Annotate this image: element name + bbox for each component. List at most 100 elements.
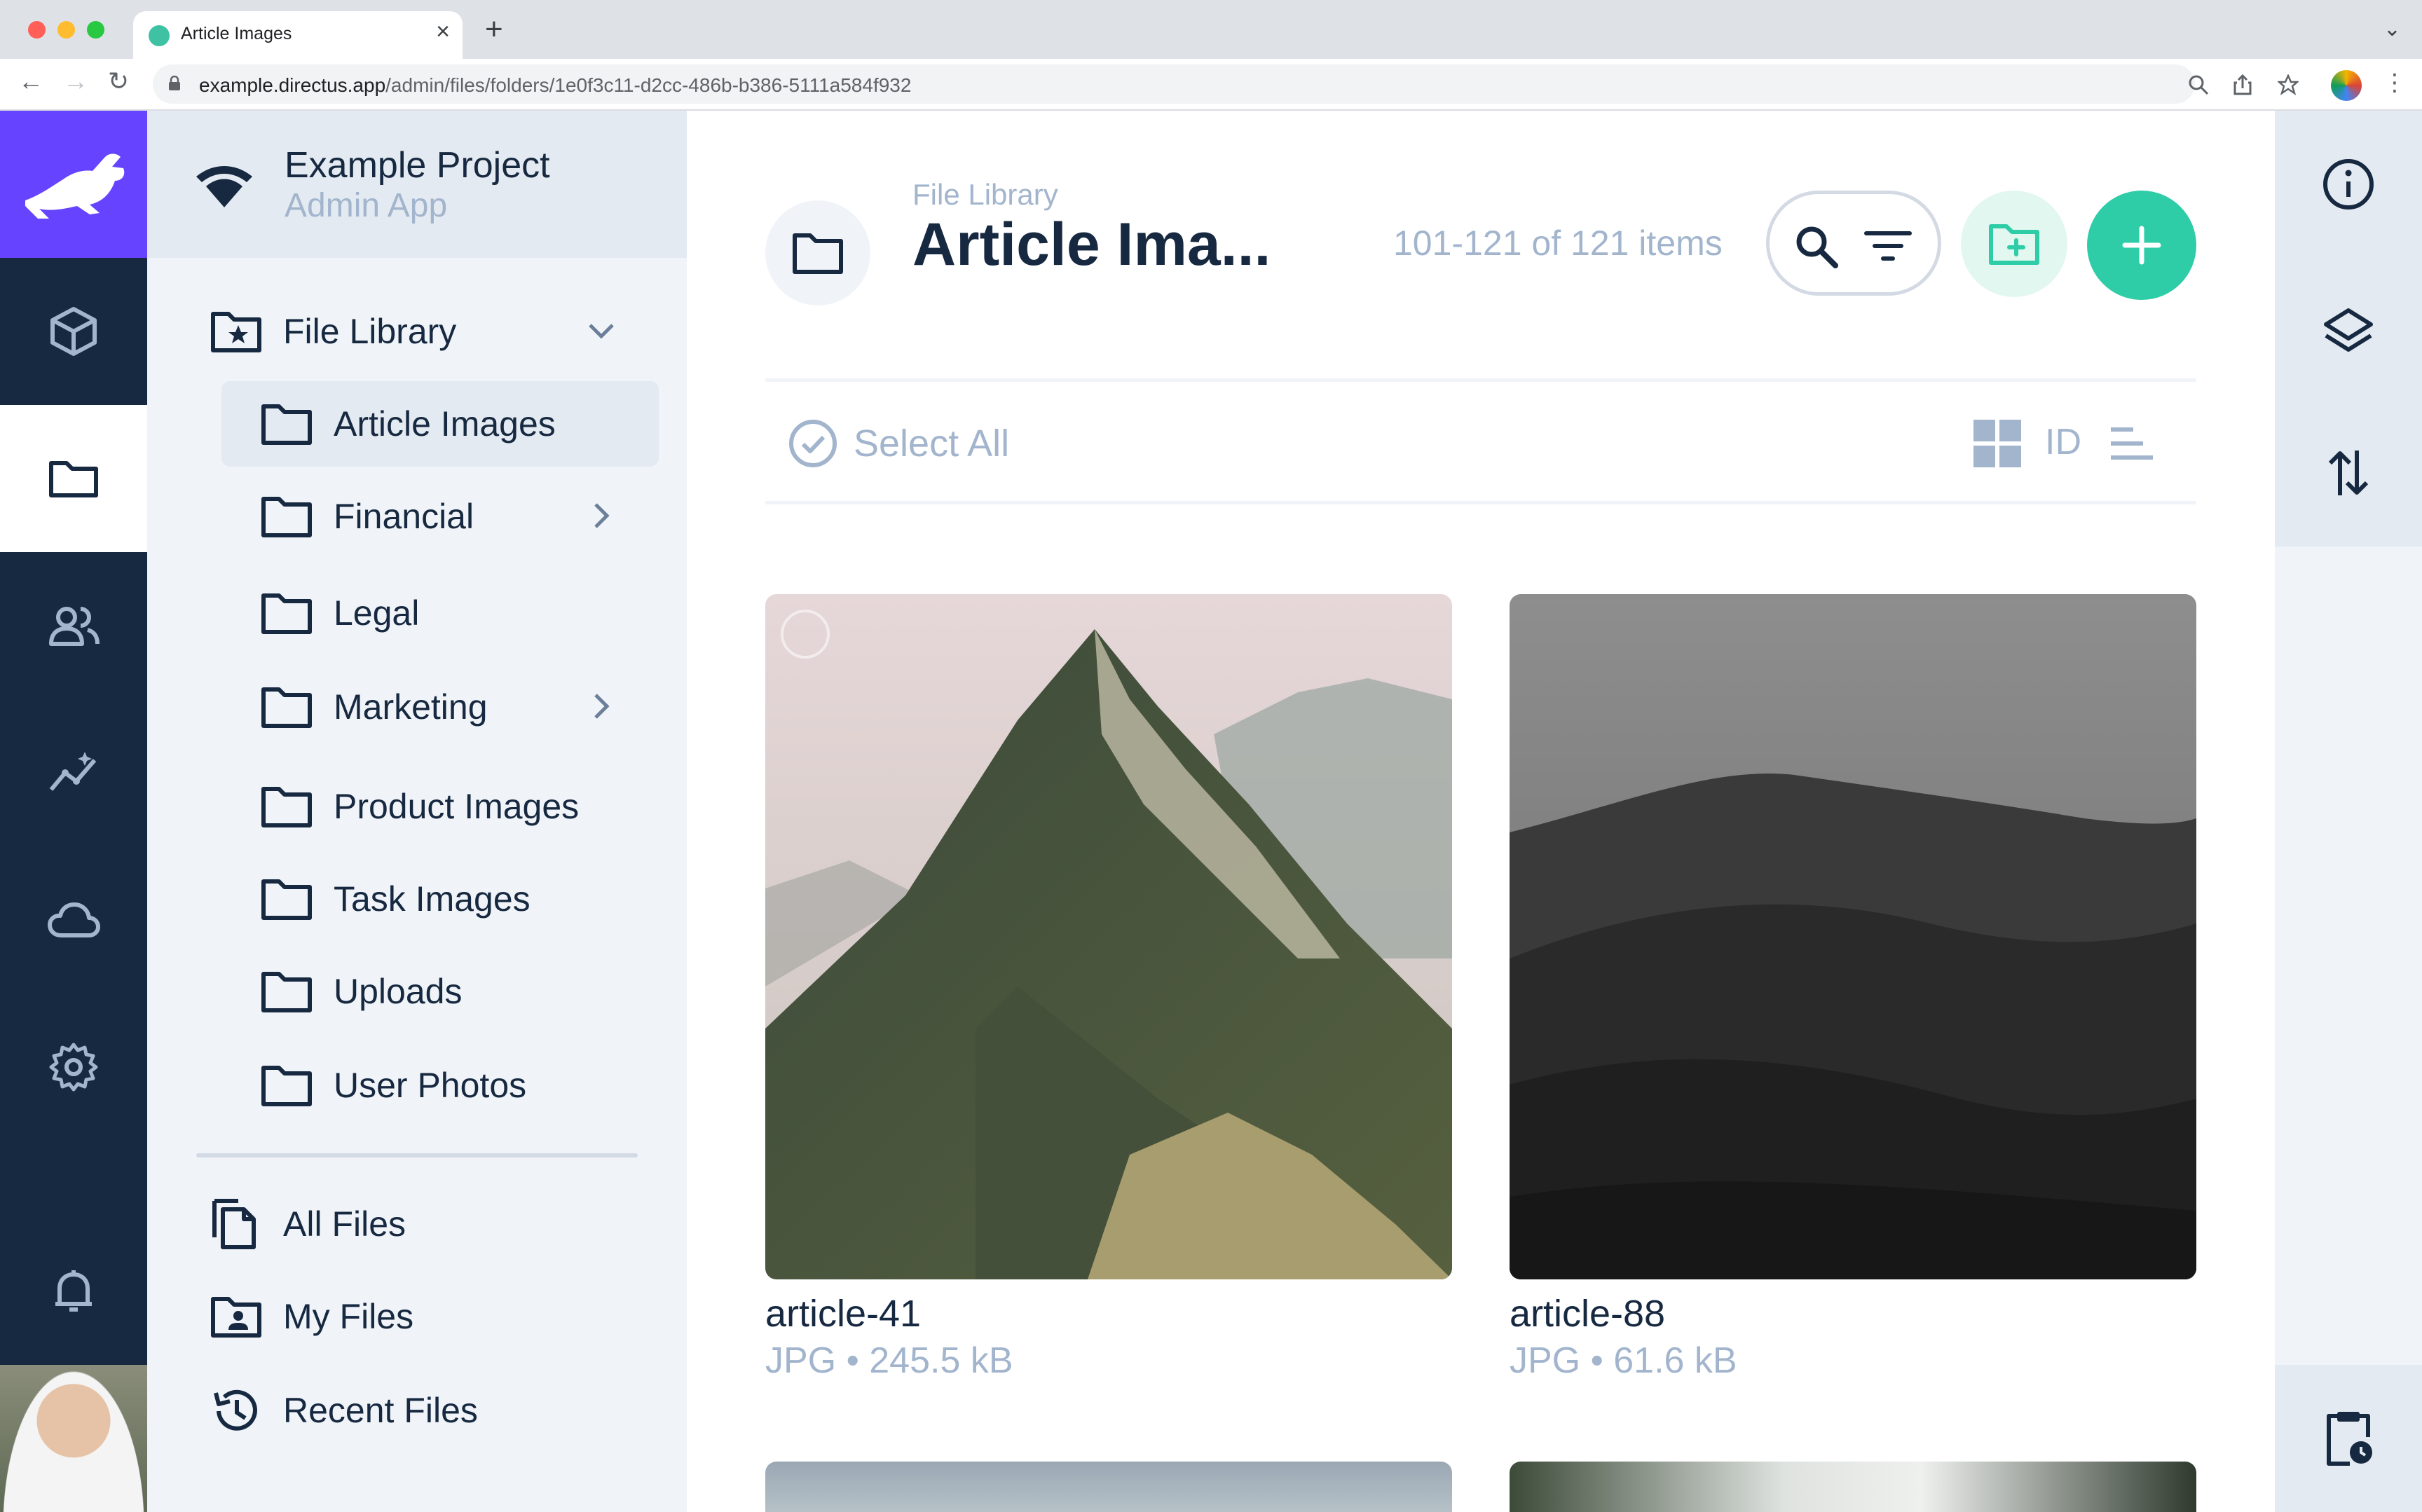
maximize-window-button[interactable]	[87, 21, 104, 39]
directus-logo[interactable]	[0, 111, 147, 258]
tab-search-chevron-icon[interactable]: ⌄	[2383, 17, 2401, 41]
nav-folder-label: Legal	[334, 593, 420, 633]
nav-folder-label: Uploads	[334, 972, 463, 1011]
module-content[interactable]	[0, 258, 147, 405]
sidebar-activity-button[interactable]	[2275, 1365, 2422, 1512]
folder-icon	[261, 687, 312, 728]
lock-icon	[169, 76, 180, 90]
layers-icon	[2324, 308, 2373, 352]
reload-icon[interactable]: ↻	[108, 69, 129, 94]
nav-all-files[interactable]: All Files	[210, 1181, 659, 1267]
history-icon	[214, 1389, 257, 1431]
nav-folder-label: Marketing	[334, 687, 488, 727]
browser-menu-icon[interactable]: ⋮	[2383, 69, 2407, 97]
nav-file-library-label: File Library	[283, 312, 457, 351]
new-tab-icon[interactable]: +	[485, 14, 503, 45]
nav-folder-label: Article Images	[334, 404, 556, 444]
browser-address-bar: ← → ↻ example.directus.app/admin/files/f…	[0, 59, 2422, 111]
nav-folder-product-images[interactable]: Product Images	[221, 764, 659, 849]
module-cloud[interactable]	[0, 846, 147, 994]
project-info[interactable]: Example Project Admin App	[147, 111, 687, 258]
profile-avatar[interactable]	[2331, 70, 2362, 101]
browser-tab[interactable]: Article Images ×	[133, 11, 463, 59]
nav-my-files[interactable]: My Files	[210, 1274, 659, 1359]
file-meta: JPG • 61.6 kB	[1510, 1340, 1737, 1381]
mountain-image	[765, 594, 1452, 1279]
share-icon[interactable]	[2233, 74, 2252, 95]
chevron-right-icon[interactable]	[586, 691, 617, 722]
folder-star-icon	[211, 312, 261, 352]
files-icon	[212, 1199, 256, 1249]
sort-direction-icon[interactable]	[2109, 424, 2154, 465]
close-tab-icon[interactable]: ×	[436, 20, 450, 43]
search-filter-toggle[interactable]	[1766, 191, 1941, 296]
grid-view-icon[interactable]	[1972, 418, 2023, 469]
folder-icon	[261, 404, 312, 445]
plus-icon	[2122, 226, 2161, 265]
module-settings[interactable]	[0, 994, 147, 1141]
page-title: Article Ima...	[912, 211, 1271, 278]
sidebar-actions	[2275, 111, 2422, 547]
nav-folder-marketing[interactable]: Marketing	[221, 664, 659, 750]
item-count: 101-121 of 121 items	[1393, 224, 1723, 263]
zoom-icon[interactable]	[2188, 74, 2209, 95]
chevron-right-icon[interactable]	[586, 500, 617, 531]
url-text: example.directus.app/admin/files/folders…	[199, 74, 912, 96]
nav-divider	[196, 1153, 638, 1157]
module-notifications[interactable]	[0, 1218, 147, 1365]
create-folder-button[interactable]	[1961, 191, 2067, 297]
module-insights[interactable]	[0, 699, 147, 846]
folder-icon	[261, 497, 312, 537]
upload-file-button[interactable]	[2087, 191, 2196, 300]
breadcrumb[interactable]: File Library	[912, 178, 1058, 212]
sidebar-layout-button[interactable]	[2275, 258, 2422, 405]
close-window-button[interactable]	[28, 21, 46, 39]
nav-folder-label: Financial	[334, 497, 474, 536]
file-thumbnail-partial[interactable]	[1510, 1462, 2196, 1512]
select-file-checkbox[interactable]	[781, 610, 830, 659]
info-icon	[2323, 159, 2374, 209]
select-all-label: Select All	[854, 422, 1010, 465]
cube-icon	[50, 307, 97, 356]
sidebar-info-button[interactable]	[2275, 111, 2422, 258]
sidebar-import-export-button[interactable]	[2275, 399, 2422, 547]
nav-shortcut-label: All Files	[283, 1204, 406, 1244]
module-users[interactable]	[0, 552, 147, 699]
folder-icon	[49, 461, 98, 497]
nav-folder-task-images[interactable]: Task Images	[221, 856, 659, 942]
select-all-button[interactable]: Select All	[788, 418, 1009, 469]
file-card[interactable]: article-88 JPG • 61.6 kB	[1510, 594, 2196, 1382]
sort-field-button[interactable]: ID	[2045, 421, 2081, 463]
chevron-down-icon[interactable]	[586, 315, 617, 346]
file-thumbnail-partial[interactable]	[765, 1462, 1452, 1512]
bookmark-star-icon[interactable]	[2278, 74, 2299, 95]
url-input[interactable]: example.directus.app/admin/files/folders…	[153, 64, 2299, 104]
file-thumbnail-dunes[interactable]	[1510, 594, 2196, 1279]
forward-arrow-icon[interactable]: →	[63, 69, 88, 94]
file-card[interactable]: article-41 JPG • 245.5 kB	[765, 594, 1452, 1382]
users-icon	[49, 607, 100, 646]
directus-favicon-icon	[149, 25, 170, 46]
directus-app: Example Project Admin App File Library A…	[0, 111, 2422, 1512]
header-folder-badge	[765, 200, 870, 305]
back-arrow-icon[interactable]: ←	[18, 69, 43, 94]
nav-folder-article-images[interactable]: Article Images	[221, 381, 659, 467]
project-name: Example Project	[285, 145, 550, 186]
navigation-panel: Example Project Admin App File Library A…	[147, 111, 687, 1512]
user-avatar[interactable]	[0, 1365, 147, 1512]
nav-folder-uploads[interactable]: Uploads	[221, 949, 659, 1034]
search-icon[interactable]	[1793, 224, 1840, 270]
file-thumbnail-mountain[interactable]	[765, 594, 1452, 1279]
nav-folder-financial[interactable]: Financial	[221, 474, 659, 559]
nav-folder-legal[interactable]: Legal	[221, 570, 659, 656]
folder-icon	[793, 233, 843, 274]
nav-folder-label: User Photos	[334, 1066, 527, 1105]
nav-file-library[interactable]: File Library	[210, 289, 659, 374]
minimize-window-button[interactable]	[57, 21, 75, 39]
dunes-image	[1510, 594, 2196, 1279]
nav-folder-user-photos[interactable]: User Photos	[221, 1043, 659, 1128]
filter-icon[interactable]	[1863, 224, 1913, 270]
module-files[interactable]	[0, 405, 147, 552]
nav-recent-files[interactable]: Recent Files	[210, 1368, 659, 1453]
nav-folder-label: Task Images	[334, 879, 531, 919]
